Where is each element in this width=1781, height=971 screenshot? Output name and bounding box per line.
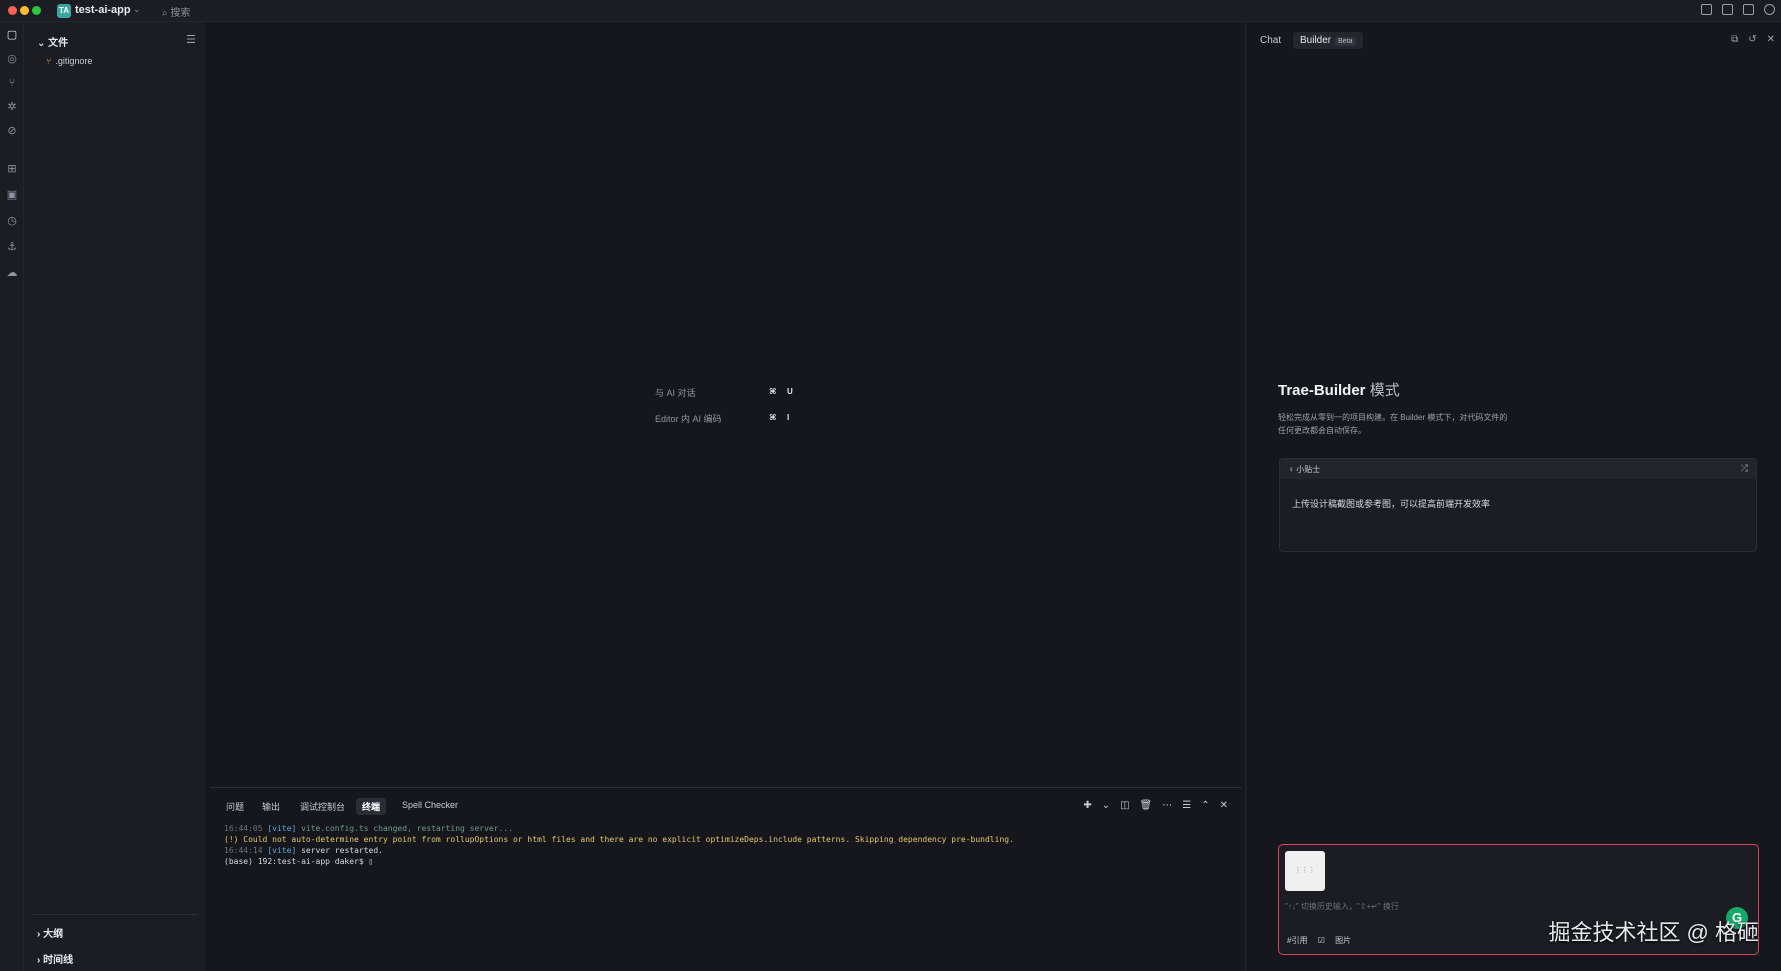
close-icon[interactable]: ✕	[1767, 34, 1775, 45]
chevron-down-icon[interactable]: ⌄	[133, 4, 141, 15]
tab-output[interactable]: 输出	[256, 798, 286, 815]
tab-chat[interactable]: Chat	[1260, 35, 1281, 46]
more-actions-icon[interactable]: ☰	[186, 33, 196, 46]
attached-image-thumbnail[interactable]: ⋮⋮⋮	[1285, 851, 1325, 891]
project-name[interactable]: test-ai-app	[75, 4, 131, 16]
image-button[interactable]: ☑ 图片	[1318, 936, 1359, 945]
outline-section[interactable]: › 大纲	[37, 925, 63, 940]
shortcut-key: I	[787, 413, 790, 422]
builder-title: Trae-Builder 模式	[1278, 382, 1400, 399]
file-item[interactable]: ⑂ .gitignore	[46, 56, 92, 66]
history-icon[interactable]: ↺	[1748, 34, 1756, 45]
new-chat-icon[interactable]: ⧉	[1731, 34, 1738, 45]
close-window-button[interactable]	[8, 6, 17, 15]
chevron-up-icon[interactable]: ⌃	[1201, 800, 1209, 811]
toggle-sidebar-icon[interactable]	[1701, 4, 1712, 15]
timeline-icon[interactable]: ◷	[5, 214, 19, 228]
builder-description: 轻松完成从零到一的项目构建。在 Builder 模式下，对代码文件的任何更改都会…	[1278, 413, 1508, 435]
activity-bar: ▢ ◎ ⑂ ✲ ⊘ ⊞ ▣ ◷ ⚓ ☁	[0, 22, 24, 971]
minimize-window-button[interactable]	[20, 6, 29, 15]
editor-area: 与 AI 对话 ⌘ U Editor 内 AI 编码 ⌘ I	[210, 22, 1242, 785]
layout-controls	[1701, 4, 1775, 15]
search-scope-icon[interactable]: ◎	[5, 52, 19, 66]
toggle-secondary-sidebar-icon[interactable]	[1743, 4, 1754, 15]
explorer-sidebar: ⌄ 文件 ☰ ⑂ .gitignore › 大纲 › 时间线	[24, 22, 206, 971]
title-bar: TA test-ai-app ⌄ ⌕ 搜索	[0, 0, 1781, 22]
inline-ai-hint: Editor 内 AI 编码	[655, 414, 722, 424]
terminal-prompt: (base) 192:test-ai-app daker$	[224, 857, 364, 866]
app-badge: TA	[57, 4, 71, 18]
timeline-section[interactable]: › 时间线	[37, 951, 73, 966]
divider	[32, 914, 198, 915]
ai-panel: Chat Builder Beta ⧉ ↺ ✕ Trae-Builder 模式 轻…	[1245, 22, 1781, 971]
input-toolbar: #引用 ☑ 图片	[1287, 935, 1367, 946]
split-terminal-icon[interactable]: ◫	[1120, 800, 1129, 811]
chevron-down-icon[interactable]: ⌄	[1102, 800, 1110, 811]
ai-panel-actions: ⧉ ↺ ✕	[1731, 34, 1775, 45]
new-terminal-icon[interactable]: ✚	[1083, 800, 1091, 811]
chevron-right-icon: ›	[37, 929, 41, 940]
trash-icon[interactable]: 🗑	[1140, 800, 1153, 811]
remote-icon[interactable]: ⊘	[5, 124, 19, 138]
panel-actions: ✚ ⌄ ◫ 🗑 ⋯ ☰ ⌃ ✕	[1083, 800, 1228, 811]
search-icon: ⌕	[162, 8, 168, 19]
close-icon[interactable]: ✕	[1220, 800, 1228, 811]
tab-terminal[interactable]: 终端	[356, 798, 387, 815]
chevron-down-icon: ⌄	[37, 38, 46, 49]
tab-problems[interactable]: 问题	[220, 798, 250, 815]
tab-debug-console[interactable]: 调试控制台	[294, 798, 351, 815]
remote-explorer-icon[interactable]: ▣	[5, 188, 19, 202]
more-icon[interactable]: ⋯	[1162, 800, 1172, 811]
tips-header: ♀ 小贴士	[1280, 459, 1756, 479]
beta-badge: Beta	[1335, 37, 1356, 46]
list-icon[interactable]: ☰	[1182, 800, 1191, 811]
lightbulb-icon: ♀	[1288, 465, 1294, 474]
image-icon: ☑	[1317, 936, 1325, 945]
watermark: 掘金技术社区 @ 格砸	[1548, 920, 1759, 945]
bottom-panel: 问题 输出 调试控制台 终端 Spell Checker ✚ ⌄ ◫ 🗑 ⋯ ☰…	[210, 787, 1242, 971]
tab-builder[interactable]: Builder Beta	[1293, 32, 1363, 49]
source-control-icon[interactable]: ⑂	[5, 76, 19, 90]
ai-chat-hint: 与 AI 对话	[655, 388, 696, 398]
toggle-panel-icon[interactable]	[1722, 4, 1733, 15]
reference-button[interactable]: #引用	[1287, 936, 1307, 945]
explorer-header[interactable]: ⌄ 文件	[37, 34, 68, 49]
shortcut-key: U	[787, 387, 793, 396]
docker-icon[interactable]: ☁	[5, 266, 19, 280]
extensions-icon[interactable]: ⊞	[5, 162, 19, 176]
shortcut-key: ⌘	[769, 387, 777, 396]
debug-icon[interactable]: ✲	[5, 100, 19, 114]
tips-card: ♀ 小贴士 ⤮ 上传设计稿截图或参考图，可以提高前端开发效率	[1279, 458, 1757, 552]
chat-input-placeholder[interactable]: "↑↓" 切换历史输入，"⇧+↵" 换行	[1285, 901, 1399, 912]
terminal-cursor: ▯	[368, 857, 374, 866]
shortcut-key: ⌘	[769, 413, 777, 422]
account-icon[interactable]	[1764, 4, 1775, 15]
explorer-icon[interactable]: ▢	[5, 28, 19, 42]
tab-spell-checker[interactable]: Spell Checker	[396, 798, 464, 812]
anchor-icon[interactable]: ⚓	[5, 240, 19, 254]
shuffle-icon[interactable]: ⤮	[1741, 463, 1748, 474]
maximize-window-button[interactable]	[32, 6, 41, 15]
chevron-right-icon: ›	[37, 955, 41, 966]
git-file-icon: ⑂	[46, 56, 52, 66]
tips-text: 上传设计稿截图或参考图，可以提高前端开发效率	[1292, 499, 1491, 509]
search-box[interactable]: ⌕ 搜索	[162, 4, 190, 19]
terminal-output[interactable]: 16:44:05 [vite] vite.config.ts changed, …	[224, 823, 1014, 867]
